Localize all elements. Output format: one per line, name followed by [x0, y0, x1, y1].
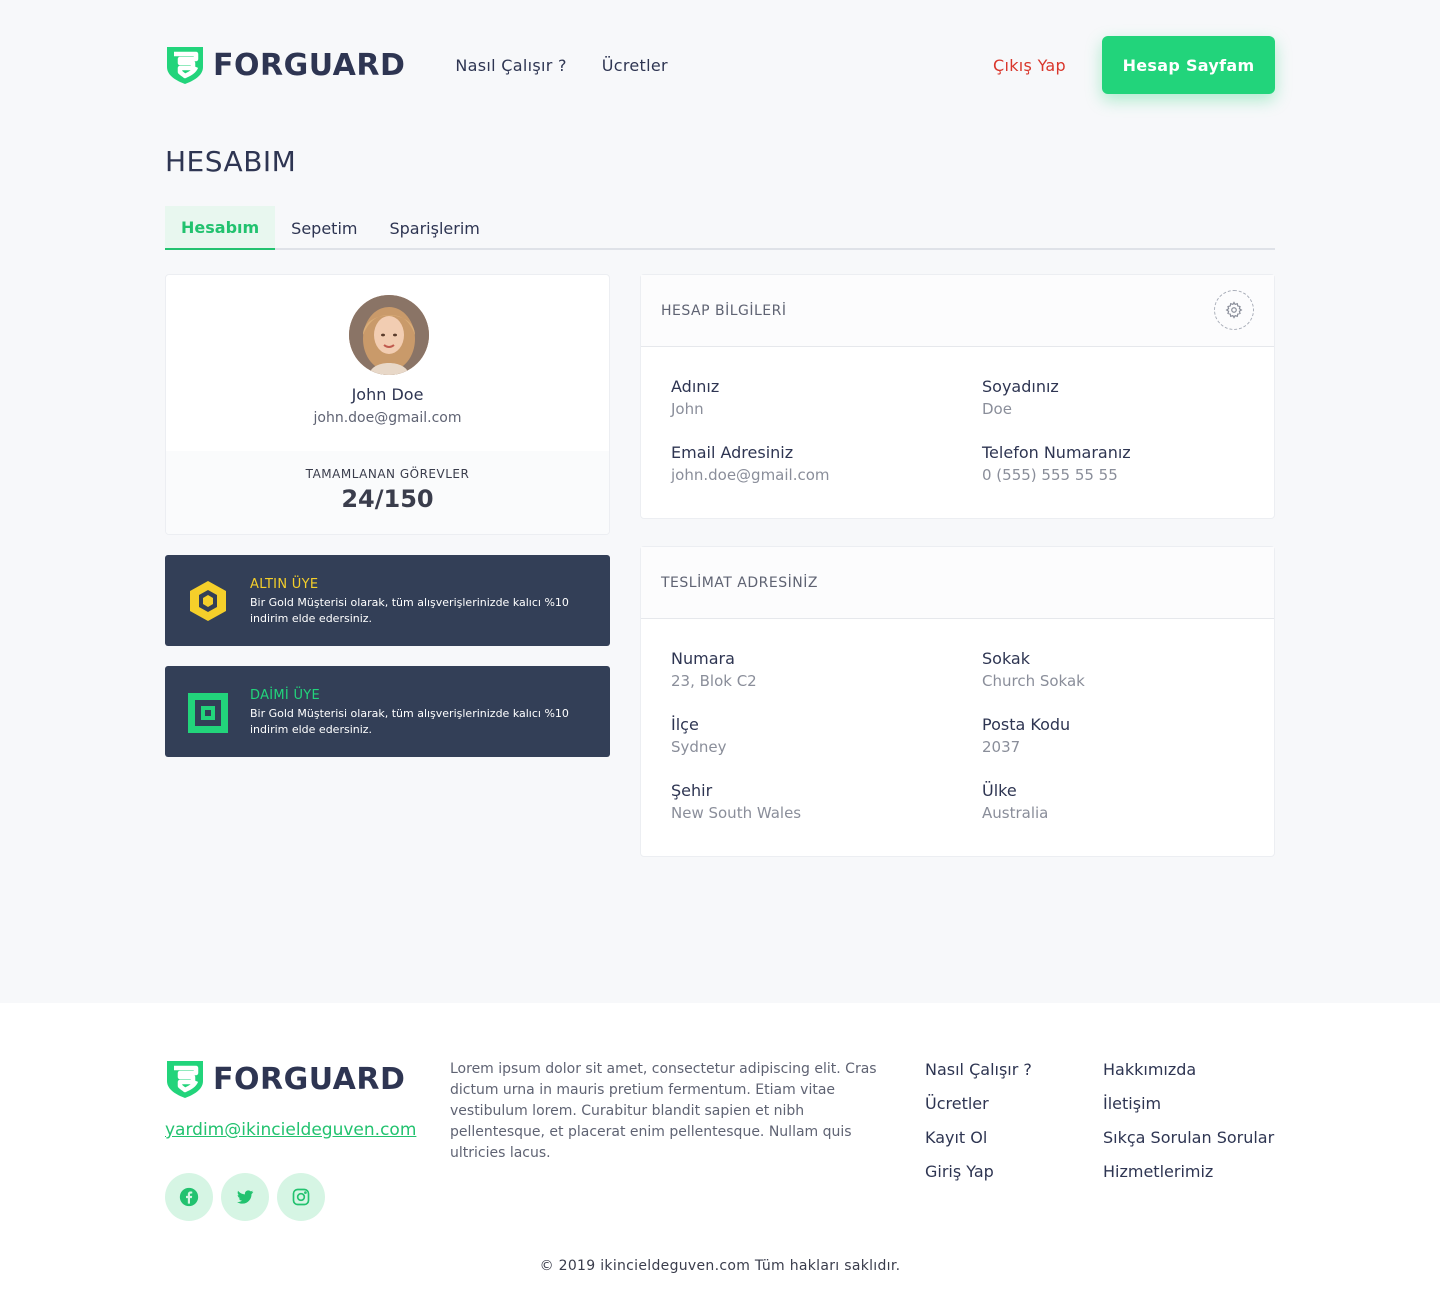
- footer-link-register[interactable]: Kayıt Ol: [925, 1127, 1032, 1149]
- nav-pricing[interactable]: Ücretler: [602, 56, 668, 75]
- profile-card: John Doe john.doe@gmail.com TAMAMLANAN G…: [165, 274, 610, 535]
- footer: FORGUARD yardim@ikincieldeguven.com Lore…: [0, 1003, 1440, 1308]
- main-nav: Nasıl Çalışır ? Ücretler: [455, 56, 668, 75]
- instagram-button[interactable]: [277, 1173, 325, 1221]
- field-label: Soyadınız: [982, 377, 1059, 396]
- hexagon-badge-icon: [190, 581, 226, 621]
- completed-tasks-value: 24/150: [341, 485, 434, 513]
- last-name-field: Soyadınız Doe: [982, 377, 1059, 418]
- field-value: Doe: [982, 400, 1012, 418]
- footer-link-pricing[interactable]: Ücretler: [925, 1093, 1032, 1115]
- twitter-button[interactable]: [221, 1173, 269, 1221]
- footer-link-contact[interactable]: İletişim: [1103, 1093, 1274, 1115]
- footer-brand-name: FORGUARD: [213, 1061, 406, 1097]
- facebook-icon: [179, 1187, 199, 1207]
- header: FORGUARD Nasıl Çalışır ? Ücretler Çıkış …: [165, 36, 1275, 94]
- tab-orders[interactable]: Sparişlerim: [373, 206, 495, 250]
- field-label: İlçe: [671, 715, 699, 734]
- field-value: 23, Blok C2: [671, 672, 757, 690]
- account-info-card: HESAP BİLGİLERİ Adınız John Soyadınız Do…: [640, 274, 1275, 519]
- field-label: Sokak: [982, 649, 1030, 668]
- facebook-button[interactable]: [165, 1173, 213, 1221]
- support-email-link[interactable]: yardim@ikincieldeguven.com: [165, 1120, 416, 1140]
- nav-how-it-works[interactable]: Nasıl Çalışır ?: [455, 56, 566, 75]
- footer-link-about[interactable]: Hakkımızda: [1103, 1059, 1274, 1081]
- logout-link[interactable]: Çıkış Yap: [993, 56, 1066, 75]
- number-field: Numara 23, Blok C2: [671, 649, 757, 690]
- field-value: Australia: [982, 804, 1049, 822]
- gear-icon: [1225, 301, 1243, 319]
- permanent-member-title: DAİMİ ÜYE: [250, 688, 321, 703]
- permanent-member-description: Bir Gold Müşterisi olarak, tüm alışveriş…: [250, 707, 569, 736]
- avatar-image: [349, 295, 429, 375]
- footer-link-faq[interactable]: Sıkça Sorulan Sorular: [1103, 1127, 1274, 1149]
- field-label: Adınız: [671, 377, 720, 396]
- twitter-icon: [237, 1190, 254, 1204]
- brand-name: FORGUARD: [213, 47, 406, 83]
- footer-link-services[interactable]: Hizmetlerimiz: [1103, 1161, 1274, 1183]
- postal-code-field: Posta Kodu 2037: [982, 715, 1070, 756]
- square-badge-icon: [188, 693, 228, 733]
- tab-account[interactable]: Hesabım: [165, 206, 276, 250]
- account-page-button[interactable]: Hesap Sayfam: [1102, 36, 1275, 94]
- account-tabs: Hesabım Sepetim Sparişlerim: [165, 206, 1275, 250]
- settings-button[interactable]: [1214, 290, 1254, 330]
- profile-email: john.doe@gmail.com: [313, 410, 462, 426]
- footer-link-how-it-works[interactable]: Nasıl Çalışır ?: [925, 1059, 1032, 1081]
- footer-description: Lorem ipsum dolor sit amet, consectetur …: [450, 1061, 877, 1161]
- completed-tasks: TAMAMLANAN GÖREVLER 24/150: [166, 451, 609, 534]
- copyright: © 2019 ikincieldeguven.com Tüm hakları s…: [539, 1258, 901, 1274]
- brand-logo[interactable]: FORGUARD: [165, 45, 405, 85]
- field-value: john.doe@gmail.com: [671, 466, 830, 484]
- avatar[interactable]: [349, 295, 429, 375]
- country-field: Ülke Australia: [982, 781, 1048, 822]
- field-label: Numara: [671, 649, 735, 668]
- field-label: Email Adresiniz: [671, 443, 794, 462]
- field-value: 2037: [982, 738, 1021, 756]
- social-links: [165, 1173, 325, 1221]
- profile-name: John Doe: [351, 385, 424, 404]
- phone-field: Telefon Numaranız 0 (555) 555 55 55: [982, 443, 1131, 484]
- footer-links-col1: Nasıl Çalışır ? Ücretler Kayıt Ol Giriş …: [925, 1059, 1032, 1183]
- field-label: Şehir: [671, 781, 713, 800]
- permanent-member-card: DAİMİ ÜYE Bir Gold Müşterisi olarak, tüm…: [165, 666, 610, 757]
- field-value: Church Sokak: [982, 672, 1085, 690]
- account-info-title: HESAP BİLGİLERİ: [661, 302, 787, 319]
- district-field: İlçe Sydney: [671, 715, 727, 756]
- completed-tasks-label: TAMAMLANAN GÖREVLER: [305, 467, 470, 481]
- delivery-address-card: TESLİMAT ADRESİNİZ Numara 23, Blok C2 So…: [640, 546, 1275, 857]
- footer-links-col2: Hakkımızda İletişim Sıkça Sorulan Sorula…: [1103, 1059, 1274, 1183]
- city-field: Şehir New South Wales: [671, 781, 801, 822]
- field-label: Ülke: [982, 781, 1017, 800]
- field-value: John: [671, 400, 704, 418]
- account-info-header: HESAP BİLGİLERİ: [641, 275, 1274, 347]
- footer-brand-logo[interactable]: FORGUARD: [165, 1059, 405, 1099]
- field-label: Posta Kodu: [982, 715, 1071, 734]
- gold-member-title: ALTIN ÜYE: [250, 577, 319, 592]
- gold-member-description: Bir Gold Müşterisi olarak, tüm alışveriş…: [250, 596, 569, 625]
- page-title: HESABIM: [165, 145, 297, 178]
- street-field: Sokak Church Sokak: [982, 649, 1085, 690]
- header-actions: Çıkış Yap Hesap Sayfam: [993, 36, 1275, 94]
- instagram-icon: [292, 1188, 310, 1206]
- delivery-title: TESLİMAT ADRESİNİZ: [661, 574, 818, 591]
- tab-cart[interactable]: Sepetim: [275, 206, 373, 250]
- field-label: Telefon Numaranız: [982, 443, 1131, 462]
- field-value: Sydney: [671, 738, 727, 756]
- shield-logo-icon: [167, 47, 203, 84]
- field-value: New South Wales: [671, 804, 802, 822]
- field-value: 0 (555) 555 55 55: [982, 466, 1118, 484]
- shield-logo-icon: [167, 1061, 203, 1098]
- first-name-field: Adınız John: [671, 377, 719, 418]
- gold-member-card: ALTIN ÜYE Bir Gold Müşterisi olarak, tüm…: [165, 555, 610, 646]
- footer-link-login[interactable]: Giriş Yap: [925, 1161, 1032, 1183]
- email-field: Email Adresiniz john.doe@gmail.com: [671, 443, 830, 484]
- delivery-header: TESLİMAT ADRESİNİZ: [641, 547, 1274, 619]
